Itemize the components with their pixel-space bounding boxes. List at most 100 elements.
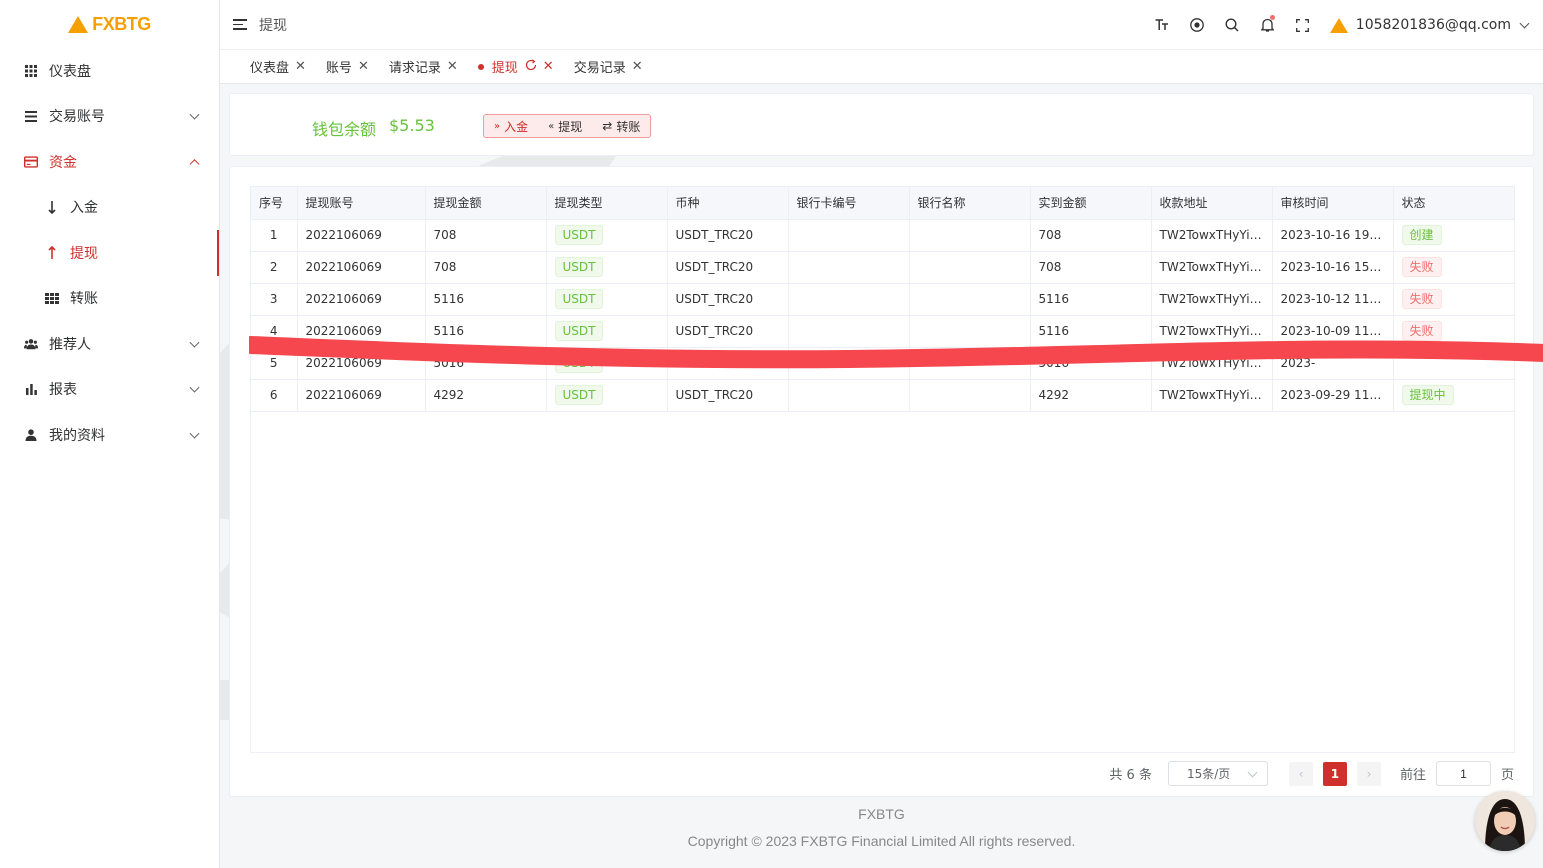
cell-status: 创建 xyxy=(1393,219,1514,252)
sidebar-item-profile[interactable]: 我的资料 xyxy=(0,412,219,458)
column-header: 提现账号 xyxy=(297,187,426,220)
double-chevron-down-icon: » xyxy=(494,120,501,132)
refresh-icon[interactable] xyxy=(525,58,537,75)
page-size-select[interactable]: 15条/页 xyxy=(1167,761,1268,786)
tab-withdraw[interactable]: 提现 ✕ xyxy=(468,50,564,84)
sidebar-item-withdraw[interactable]: 提现 xyxy=(0,230,219,276)
table-row[interactable]: 2 2022106069 708 USDT USDT_TRC20 708 TW2TowxTH… xyxy=(251,251,1514,284)
table-row[interactable]: 6 2022106069 4292 USDT USDT_TRC20 4292 TW2Towx… xyxy=(251,379,1514,412)
sidebar-item-dashboard[interactable]: 仪表盘 xyxy=(0,48,219,94)
tab-trade-records[interactable]: 交易记录 ✕ xyxy=(564,50,653,84)
column-header: 审核时间 xyxy=(1272,187,1394,220)
sidebar-item-referrers[interactable]: 推荐人 xyxy=(0,321,219,367)
footer-copyright: Copyright © 2023 FXBTG Financial Limited… xyxy=(687,833,1076,849)
search-icon[interactable] xyxy=(1215,0,1250,50)
active-dot-icon xyxy=(477,63,484,70)
status-badge: 创建 xyxy=(1401,225,1442,245)
sidebar-item-label: 转账 xyxy=(70,291,98,308)
status-badge: 失败 xyxy=(1401,321,1442,341)
tab-requests[interactable]: 请求记录 ✕ xyxy=(379,50,468,84)
column-header: 提现金额 xyxy=(425,187,547,220)
fullscreen-icon[interactable] xyxy=(1285,0,1320,50)
arrow-up-icon xyxy=(45,246,59,260)
type-tag: USDT xyxy=(554,257,604,277)
table-row[interactable]: 5 2022106069 5016 USDT 5016 TW2TowxTHyYis... 2… xyxy=(251,347,1514,380)
tab-label: 交易记录 xyxy=(573,61,626,76)
cell-type: USDT xyxy=(546,379,668,412)
type-tag: USDT xyxy=(554,353,604,373)
wallet-card: 钱包余额 $5.53 » 入金 « 提现 ⇄ 转账 xyxy=(229,93,1534,156)
cell-time: 2023-10-12 11:4... xyxy=(1272,283,1394,316)
close-icon[interactable]: ✕ xyxy=(295,59,306,74)
page-number-button[interactable]: 1 xyxy=(1322,761,1347,786)
tab-label: 仪表盘 xyxy=(250,61,290,76)
tags-view: 仪表盘 ✕ 账号 ✕ 请求记录 ✕ 提现 ✕ 交易记录 ✕ xyxy=(220,50,1543,84)
table-row[interactable]: 3 2022106069 5116 USDT USDT_TRC20 5116 TW2Towx… xyxy=(251,283,1514,316)
swap-icon: ⇄ xyxy=(602,119,613,133)
font-size-icon[interactable] xyxy=(1145,0,1180,50)
sidebar-item-reports[interactable]: 报表 xyxy=(0,367,219,413)
customer-service-avatar[interactable] xyxy=(1475,791,1535,851)
goto-label: 前往 xyxy=(1399,768,1426,783)
grid-icon xyxy=(45,292,59,304)
withdraw-table-card: 序号 提现账号 提现金额 提现类型 币种 银行卡编号 银行名称 实到金额 收款地址 审核时间 状态 … xyxy=(229,166,1534,797)
github-icon[interactable] xyxy=(1180,0,1215,50)
cell-address: TW2TowxTHyYis... xyxy=(1151,347,1273,380)
close-icon[interactable]: ✕ xyxy=(447,59,458,74)
user-avatar-icon xyxy=(1329,17,1348,33)
cell-type: USDT xyxy=(546,283,668,316)
close-icon[interactable]: ✕ xyxy=(358,59,369,74)
cell-type: USDT xyxy=(546,347,668,380)
cell-received: 4292 xyxy=(1030,379,1152,412)
table-row[interactable]: 1 2022106069 708 USDT USDT_TRC20 708 TW2TowxTH… xyxy=(251,219,1514,252)
bell-icon[interactable] xyxy=(1250,0,1285,50)
cell-card xyxy=(788,315,910,348)
menu-toggle-icon[interactable] xyxy=(233,19,247,30)
sidebar-item-trading-accounts[interactable]: 交易账号 xyxy=(0,94,219,140)
bar-chart-icon xyxy=(24,383,38,395)
status-badge: 提现中 xyxy=(1401,385,1454,405)
user-menu[interactable]: 1058201836@qq.com xyxy=(1329,17,1530,33)
tab-label: 提现 xyxy=(491,61,518,76)
sidebar-item-funds[interactable]: 资金 xyxy=(0,139,219,185)
cell-status xyxy=(1393,347,1514,380)
sidebar-item-label: 资金 xyxy=(49,154,77,171)
close-icon[interactable]: ✕ xyxy=(632,59,643,74)
tab-accounts[interactable]: 账号 ✕ xyxy=(316,50,379,84)
table-row[interactable]: 4 2022106069 5116 USDT USDT_TRC20 5116 TW2Towx… xyxy=(251,315,1514,348)
cell-time: 2023-10-09 11:0... xyxy=(1272,315,1394,348)
chevron-down-icon xyxy=(1247,767,1258,778)
sidebar-menu: 仪表盘 交易账号 资金 入金 提现 转账 推荐人 报表 我的资料 xyxy=(0,48,219,458)
cell-no: 4 xyxy=(251,315,298,348)
close-icon[interactable]: ✕ xyxy=(543,59,554,74)
notification-dot xyxy=(1269,15,1275,20)
type-tag: USDT xyxy=(554,385,604,405)
prev-page-button[interactable]: ‹ xyxy=(1288,761,1313,786)
cell-bank xyxy=(909,283,1031,316)
sidebar-item-transfer[interactable]: 转账 xyxy=(0,276,219,322)
logo[interactable]: FXBTG xyxy=(0,0,219,48)
transfer-button[interactable]: ⇄ 转账 xyxy=(592,115,650,137)
cell-no: 3 xyxy=(251,283,298,316)
cell-received: 5016 xyxy=(1030,347,1152,380)
column-header: 银行名称 xyxy=(909,187,1031,220)
chevron-down-icon xyxy=(189,337,200,348)
next-page-button[interactable]: › xyxy=(1356,761,1381,786)
goto-page-input[interactable] xyxy=(1435,761,1491,786)
cell-time: 2023-10-16 15:0... xyxy=(1272,251,1394,284)
cell-card xyxy=(788,379,910,412)
cell-status: 失败 xyxy=(1393,315,1514,348)
cell-type: USDT xyxy=(546,219,668,252)
tab-dashboard[interactable]: 仪表盘 ✕ xyxy=(240,50,316,84)
cell-currency xyxy=(667,347,789,380)
cell-address: TW2TowxTHyYis... xyxy=(1151,283,1273,316)
sidebar-item-label: 交易账号 xyxy=(49,109,105,126)
cell-received: 708 xyxy=(1030,251,1152,284)
deposit-button[interactable]: » 入金 xyxy=(484,115,538,137)
wallet-balance-label: 钱包余额 xyxy=(312,120,377,139)
sidebar-item-deposit[interactable]: 入金 xyxy=(0,185,219,231)
cell-account: 2022106069 xyxy=(297,219,426,252)
withdraw-button[interactable]: « 提现 xyxy=(538,115,592,137)
cell-amount: 5016 xyxy=(425,347,547,380)
cell-address: TW2TowxTHyYis... xyxy=(1151,251,1273,284)
